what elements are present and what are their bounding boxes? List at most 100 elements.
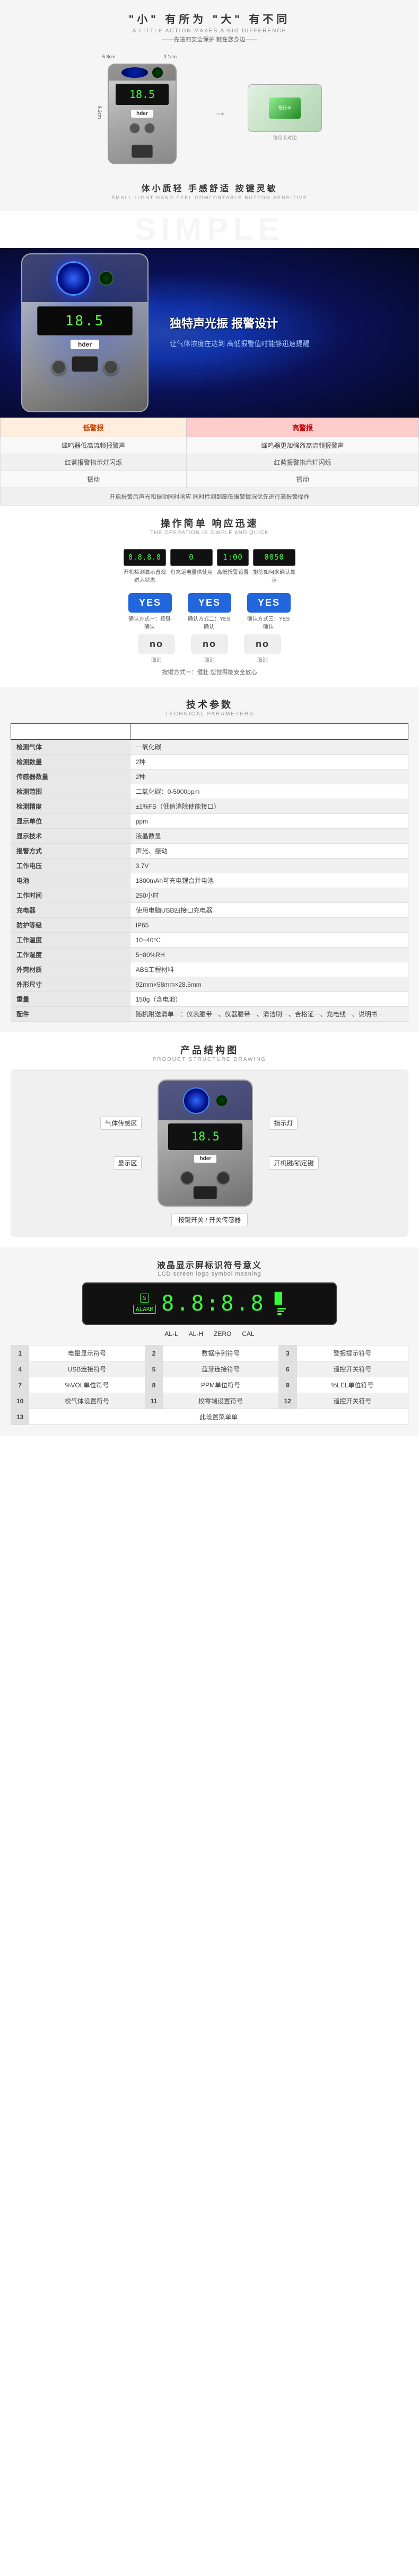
label-indicator: 指示灯: [269, 1117, 298, 1130]
sym-label-1: 电量显示符号: [29, 1345, 145, 1361]
device-image-main: 5.8cm 3.1cm 18.5 hder: [97, 54, 193, 171]
no-cap-2: 取消: [191, 656, 228, 663]
alert-row-1-high: 蜂鸣器更加强烈高流频报警声: [186, 437, 418, 454]
tech-value-1: 2种: [130, 755, 408, 769]
label-al-h: AL-H: [189, 1330, 203, 1338]
tech-title-en: TECHNICAL PARAMETERS: [11, 711, 408, 717]
sym-num-6: 6: [278, 1361, 296, 1377]
no-btn-3[interactable]: no: [244, 634, 281, 654]
yes-btn-1[interactable]: YES: [128, 593, 172, 613]
sym-num-1: 1: [11, 1345, 29, 1361]
alert-row-4: 开启报警后声光和振动同时响应 同时检测到高低报警情况优先进行高报警操作: [1, 488, 419, 506]
tech-label-0: 检测气体: [11, 740, 130, 755]
op-cap-alarm-set: 高低报警设置: [217, 568, 249, 576]
tech-value-8: 3.7V: [130, 858, 408, 873]
structure-title-en: PRODUCT STRUCTURE DRAWING: [11, 1057, 408, 1063]
tech-label-16: 外形尺寸: [11, 977, 130, 992]
lcd-bottom-labels: AL-L AL-H ZERO CAL: [11, 1330, 408, 1338]
sym-num-11: 11: [145, 1393, 163, 1409]
alarm-feature-text: 独特声光振 报警设计 让气体浓度在达到 高低报警值时能够迅速提醒: [170, 316, 310, 350]
alert-row-2-high: 红蓝报警指示灯闪烁: [186, 454, 418, 471]
sym-row-5: 13 此设置菜单单: [11, 1409, 408, 1425]
sym-label-3: 警报提示符号: [296, 1345, 408, 1361]
tech-value-11: 使用电脑USB四接口充电器: [130, 903, 408, 918]
dim-width: 5.8cm: [102, 54, 116, 59]
op-yes-1: YES 确认方式一：按键确认: [128, 593, 172, 630]
tech-label-5: 显示单位: [11, 814, 130, 829]
tech-value-12: IP65: [130, 918, 408, 933]
bottom-label: 按键开关 / 开关传感器: [21, 1213, 398, 1226]
tech-value-15: ABS工程材料: [130, 962, 408, 977]
tech-value-4: ±1%FS（低值消除使能接口）: [130, 799, 408, 814]
tech-value-17: 150g（含电池）: [130, 992, 408, 1007]
sym-label-5: 蓝牙连接符号: [163, 1361, 278, 1377]
op-display-battery: 0 有充足电量供使用: [170, 549, 213, 583]
tech-header-model-value: HG-MX-CO型——便携式气体检测仪: [130, 724, 408, 740]
no-btn-2[interactable]: no: [191, 634, 228, 654]
tech-row-10: 工作时间 250小时: [11, 888, 408, 903]
tech-value-9: 1800mAh可充电锂合并电池: [130, 873, 408, 888]
yes-btn-2[interactable]: YES: [188, 593, 231, 613]
tech-row-7: 报警方式 声光、振动: [11, 844, 408, 858]
hero-section: "小" 有所为 "大" 有不同 A LITTLE ACTION MAKES A …: [0, 0, 419, 211]
sym-num-10: 10: [11, 1393, 29, 1409]
tech-label-10: 工作时间: [11, 888, 130, 903]
yes-btn-3[interactable]: YES: [247, 593, 291, 613]
label-button-switch: 按键开关 / 开关传感器: [171, 1213, 248, 1226]
no-btn-1[interactable]: no: [138, 634, 175, 654]
op-lcd-battery: 0: [170, 549, 213, 566]
big-device-brand: hder: [71, 340, 99, 349]
tech-label-3: 检测范围: [11, 784, 130, 799]
sym-label-6: 遥控开关符号: [296, 1361, 408, 1377]
tech-title-cn: 技术参数: [11, 697, 408, 711]
tech-row-4: 检测精度 ±1%FS（低值消除使能接口）: [11, 799, 408, 814]
tech-label-7: 报警方式: [11, 844, 130, 858]
tech-row-3: 检测范围 二氧化碳：0-5000ppm: [11, 784, 408, 799]
sym-label-10: 校气体设置符号: [29, 1393, 145, 1409]
tech-row-15: 外壳材质 ABS工程材料: [11, 962, 408, 977]
tech-value-13: 10~40°C: [130, 933, 408, 948]
tech-row-17: 重量 150g（含电池）: [11, 992, 408, 1007]
tech-label-12: 防护等级: [11, 918, 130, 933]
confirm-text: 按键方式一：健壮 您觉得能安全放心: [11, 668, 408, 676]
sym-label-4: USB连接符号: [29, 1361, 145, 1377]
tech-row-13: 工作温度 10~40°C: [11, 933, 408, 948]
tech-row-6: 显示技术 液晶数显: [11, 829, 408, 844]
tech-label-9: 电池: [11, 873, 130, 888]
tech-row-12: 防护等级 IP65: [11, 918, 408, 933]
tech-row-8: 工作电压 3.7V: [11, 858, 408, 873]
label-al-l: AL-L: [164, 1330, 178, 1338]
no-cap-1: 取消: [138, 656, 175, 663]
device-screen-main: 18.5: [116, 84, 169, 105]
sym-num-2: 2: [145, 1345, 163, 1361]
sym-num-5: 5: [145, 1361, 163, 1377]
yes-cap-3: 确认方式三：YES确认: [247, 614, 290, 630]
operation-title-en: THE OPERATION IS SIMPLE AND QUICK: [11, 530, 408, 536]
tech-value-2: 2种: [130, 769, 408, 784]
tech-row-2: 传感器数量 2种: [11, 769, 408, 784]
tech-label-8: 工作电压: [11, 858, 130, 873]
tech-header-model-label: 型号: [11, 724, 130, 740]
sym-label-11: 校零端设置符号: [163, 1393, 278, 1409]
tech-value-10: 250小时: [130, 888, 408, 903]
lcd-s-indicator: S: [140, 1294, 149, 1303]
alert-row-3: 振动 振动: [1, 471, 419, 488]
device-big-image: 18.5 hder: [21, 253, 149, 412]
left-labels: 气体传感区 显示区: [100, 1117, 142, 1170]
op-yes-3: YES 确认方式三：YES确认: [247, 593, 291, 630]
tech-label-14: 工作湿度: [11, 948, 130, 962]
lcd-big-screen: S ALARM 8.8:8.8 ▐▌: [82, 1282, 337, 1325]
sym-row-1: 1 电量显示符号 2 数据序列符号 3 警报提示符号: [11, 1345, 408, 1361]
structure-device: 18.5 hder: [158, 1079, 253, 1207]
simple-watermark: SIMPLE: [0, 211, 419, 248]
operation-title-cn: 操作简单 响应迅速: [11, 516, 408, 530]
sym-row-3: 7 %VOL单位符号 8 PPM单位符号 9 %LEL单位符号: [11, 1377, 408, 1393]
op-display-alarm-set: 1:00 高低报警设置: [217, 549, 249, 583]
label-display-area: 显示区: [113, 1156, 142, 1170]
feature-en: SMALL LIGHT HAND FEEL COMFORTABLE BUTTON…: [11, 195, 408, 200]
op-no-2: no 取消: [191, 634, 228, 663]
alarm-title: 独特声光振 报警设计: [170, 316, 310, 332]
tech-row-16: 外形尺寸 92mm×58mm×28.5mm: [11, 977, 408, 992]
lcd-symbols-section: 液晶显示屏标识符号意义 LCD screen logo symbol meani…: [0, 1247, 419, 1436]
lcd-main-numbers: 8.8:8.8: [161, 1291, 266, 1316]
